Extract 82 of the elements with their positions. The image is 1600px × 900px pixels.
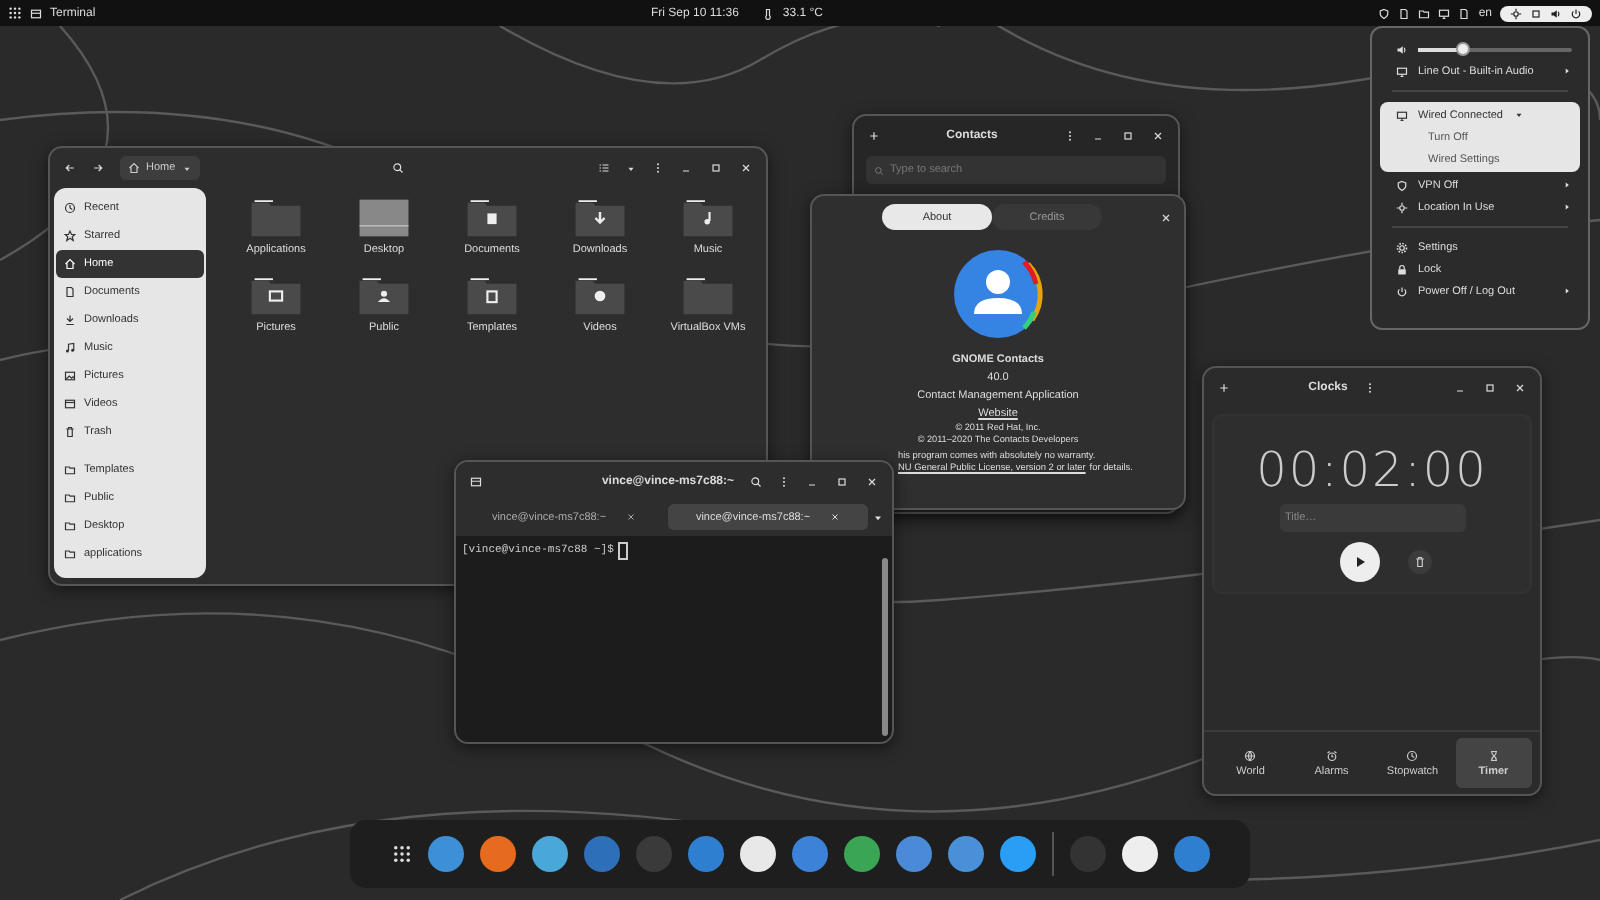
- folder-icon[interactable]: [250, 276, 302, 316]
- folder-icon: [64, 464, 76, 476]
- cursor: [617, 542, 628, 560]
- contact-avatar-icon: [952, 248, 1044, 340]
- home-icon: [128, 162, 140, 174]
- folder-icon[interactable]: [466, 198, 518, 238]
- caret-icon[interactable]: [626, 163, 637, 173]
- folder-icon: [64, 520, 76, 532]
- search-icon[interactable]: [392, 162, 405, 174]
- new-tab-icon[interactable]: [470, 476, 482, 488]
- caret-icon: [1513, 110, 1523, 120]
- home-icon: [64, 258, 76, 270]
- play-button[interactable]: [1339, 542, 1379, 582]
- hourglass-icon: [1487, 749, 1500, 761]
- plus-icon[interactable]: [1218, 382, 1230, 394]
- shield-icon: [1396, 179, 1408, 191]
- close-icon: [830, 512, 841, 522]
- star-icon: [64, 230, 76, 242]
- view-list-icon[interactable]: [598, 162, 611, 174]
- monitor-icon: [1396, 109, 1408, 121]
- power-icon: [1570, 7, 1582, 19]
- folder-icon[interactable]: [574, 276, 626, 316]
- settings-icon: [1396, 241, 1408, 253]
- app-icon[interactable]: [739, 836, 775, 872]
- wallpaper-thumbnail[interactable]: [358, 198, 410, 238]
- video-icon: [64, 398, 76, 410]
- stopwatch-icon: [1406, 749, 1419, 761]
- picture-icon: [64, 370, 76, 382]
- square-icon: [1530, 7, 1542, 19]
- maximize-icon[interactable]: [1484, 382, 1496, 394]
- maximize-icon[interactable]: [1122, 130, 1135, 142]
- folder-icon[interactable]: [574, 198, 626, 238]
- close-icon[interactable]: [1514, 382, 1526, 394]
- scrollbar[interactable]: [882, 558, 888, 736]
- location-icon: [1396, 201, 1408, 213]
- activities-icon[interactable]: [8, 6, 22, 20]
- forward-icon[interactable]: [92, 162, 104, 174]
- back-icon[interactable]: [64, 162, 76, 174]
- target-icon: [1510, 7, 1522, 19]
- play-icon: [1351, 554, 1367, 570]
- search-icon: [874, 165, 884, 175]
- power-icon: [1396, 285, 1408, 297]
- document-icon[interactable]: [1398, 7, 1411, 19]
- close-icon[interactable]: [1160, 211, 1172, 223]
- folder-icon: [64, 548, 76, 560]
- caret-icon: [181, 163, 192, 173]
- maximize-icon[interactable]: [710, 162, 723, 174]
- thermometer-icon: [762, 7, 775, 19]
- volume-icon: [1550, 7, 1562, 19]
- plus-icon[interactable]: [868, 130, 880, 142]
- close-icon[interactable]: [740, 162, 753, 174]
- folder-icon[interactable]: [1418, 7, 1431, 19]
- shield-icon[interactable]: [1378, 7, 1391, 19]
- folder-icon[interactable]: [466, 276, 518, 316]
- alarm-clock-icon: [1325, 749, 1338, 761]
- app-icon[interactable]: [999, 836, 1035, 872]
- monitor-icon[interactable]: [1438, 7, 1451, 19]
- maximize-icon[interactable]: [836, 476, 848, 488]
- folder-icon[interactable]: [682, 198, 734, 238]
- lock-icon: [1396, 263, 1408, 275]
- volume-icon: [1396, 43, 1408, 55]
- trash-icon: [64, 426, 76, 438]
- trash-icon: [1413, 556, 1425, 568]
- delete-button[interactable]: [1407, 550, 1431, 574]
- globe-icon: [1244, 749, 1257, 761]
- timer-display: 00:02:00: [1256, 446, 1488, 494]
- download-icon: [64, 314, 76, 326]
- close-icon: [626, 512, 637, 522]
- search-icon[interactable]: [750, 476, 762, 488]
- close-icon[interactable]: [866, 476, 878, 488]
- clock-icon: [64, 202, 76, 214]
- app-grid-icon[interactable]: [391, 844, 411, 864]
- music-note-icon: [64, 342, 76, 354]
- app-icon[interactable]: [531, 836, 567, 872]
- system-status-area[interactable]: [1500, 5, 1592, 21]
- close-icon[interactable]: [1152, 130, 1165, 142]
- document-icon: [64, 286, 76, 298]
- terminal-icon: [30, 7, 42, 19]
- folder-icon: [64, 492, 76, 504]
- app-icon[interactable]: [1121, 836, 1157, 872]
- folder-icon[interactable]: [358, 276, 410, 316]
- document-icon[interactable]: [1458, 7, 1471, 19]
